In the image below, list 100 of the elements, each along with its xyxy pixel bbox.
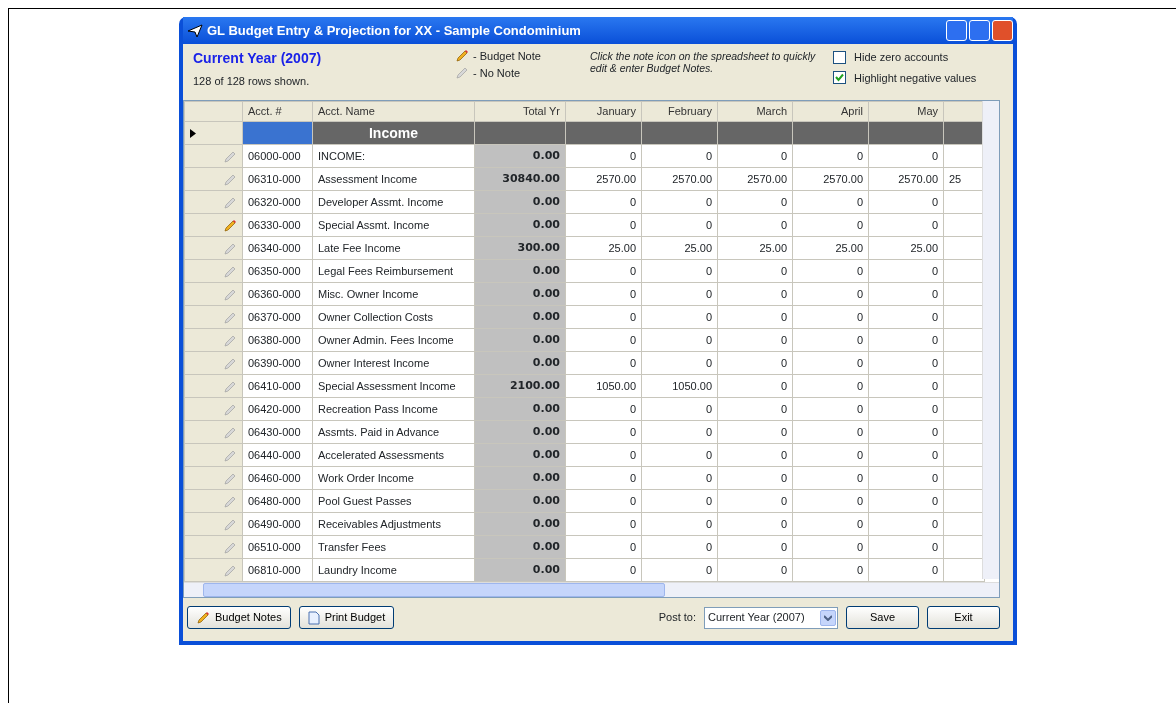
table-cell: Owner Admin. Fees Income (312, 328, 475, 352)
action-button[interactable]: Print Budget (298, 606, 395, 629)
table-cell: Accelerated Assessments (312, 443, 475, 467)
checkbox-label: Highlight negative values (854, 70, 977, 86)
table-cell: 0 (641, 535, 718, 559)
note-icon[interactable] (223, 563, 237, 578)
app-icon (187, 22, 203, 39)
horizontal-scrollbar[interactable] (184, 582, 999, 597)
table-cell: 0 (717, 374, 793, 398)
table-cell: 0 (641, 397, 718, 421)
maximize-button[interactable] (969, 20, 990, 41)
table-cell: 06380-000 (242, 328, 313, 352)
column-header: Acct. # (242, 101, 313, 122)
table-cell: 2570.00 (717, 167, 793, 191)
table-cell: 2570.00 (641, 167, 718, 191)
table-cell: 0 (565, 328, 642, 352)
note-icon[interactable] (223, 471, 237, 486)
note-icon[interactable] (223, 149, 237, 164)
table-cell: 0 (641, 466, 718, 490)
note-icon[interactable] (223, 287, 237, 302)
field-label: Post to: (658, 610, 696, 626)
table-cell: 0 (792, 489, 869, 513)
note-icon[interactable] (223, 425, 237, 440)
table-cell: 0 (565, 213, 642, 237)
note-icon[interactable] (223, 517, 237, 532)
table-cell: Late Fee Income (312, 236, 475, 260)
table-cell: 0 (565, 397, 642, 421)
note-icon[interactable] (223, 379, 237, 394)
table-cell: 0 (717, 535, 793, 559)
table-cell: 0 (717, 259, 793, 283)
note-icon[interactable] (223, 195, 237, 210)
table-cell: 0 (717, 512, 793, 536)
table-cell: 0 (868, 466, 944, 490)
table-cell: 0 (641, 420, 718, 444)
legend-label: - Budget Note (473, 49, 541, 64)
window-title: GL Budget Entry & Projection for XX - Sample Condominium (207, 21, 581, 40)
table-cell: 0 (792, 397, 869, 421)
table-cell: 0 (868, 512, 944, 536)
table-cell: 0 (868, 305, 944, 329)
note-icon[interactable] (223, 540, 237, 555)
table-cell: 0 (792, 305, 869, 329)
table-cell: 0 (565, 305, 642, 329)
action-button[interactable]: Budget Notes (187, 606, 291, 629)
table-cell: 0 (792, 259, 869, 283)
table-cell: Recreation Pass Income (312, 397, 475, 421)
table-cell: 0 (868, 144, 944, 168)
table-cell: 0 (641, 489, 718, 513)
table-cell: 06480-000 (242, 489, 313, 513)
checkbox[interactable] (833, 71, 846, 85)
note-icon[interactable] (223, 402, 237, 417)
table-cell: 0 (565, 512, 642, 536)
note-icon[interactable] (223, 333, 237, 348)
table-cell: 06310-000 (242, 167, 313, 191)
action-button[interactable]: Exit (927, 606, 1000, 629)
vertical-scrollbar[interactable] (982, 101, 999, 579)
note-icon[interactable] (223, 218, 237, 233)
table-cell: 0 (565, 190, 642, 214)
table-cell: 0 (565, 282, 642, 306)
note-icon[interactable] (223, 494, 237, 509)
table-cell: 0 (641, 328, 718, 352)
table-cell: 06460-000 (242, 466, 313, 490)
table-cell: 06320-000 (242, 190, 313, 214)
note-icon[interactable] (223, 241, 237, 256)
table-cell: 0 (868, 351, 944, 375)
note-icon[interactable] (223, 172, 237, 187)
table-cell: 0 (565, 420, 642, 444)
pencil-icon (196, 610, 210, 625)
table-cell: 0 (792, 512, 869, 536)
post-to-dropdown[interactable]: Current Year (2007) (704, 606, 838, 629)
note-icon[interactable] (223, 448, 237, 463)
hint-text: Click the note icon on the spreadsheet to quickly edit & enter Budget Notes. (590, 49, 817, 76)
table-cell: 0 (868, 374, 944, 398)
column-header: May (868, 101, 944, 122)
action-button[interactable]: Save (846, 606, 919, 629)
table-cell: 0 (717, 489, 793, 513)
table-cell: 06360-000 (242, 282, 313, 306)
table-cell: 06490-000 (242, 512, 313, 536)
table-cell: Receivables Adjustments (312, 512, 475, 536)
note-icon[interactable] (223, 356, 237, 371)
table-cell: Developer Assmt. Income (312, 190, 475, 214)
close-button[interactable] (992, 20, 1013, 41)
note-icon[interactable] (223, 264, 237, 279)
table-cell: 0 (565, 466, 642, 490)
column-header: February (641, 101, 718, 122)
minimize-button[interactable] (946, 20, 967, 41)
table-cell: Laundry Income (312, 558, 475, 582)
table-cell: 06440-000 (242, 443, 313, 467)
table-cell: 0 (641, 144, 718, 168)
table-cell: 0 (641, 512, 718, 536)
note-icon[interactable] (223, 310, 237, 325)
table-cell: 0 (717, 397, 793, 421)
column-header: Total Yr (474, 101, 566, 122)
table-cell: 06370-000 (242, 305, 313, 329)
checkbox[interactable] (833, 50, 846, 64)
table-cell: 0 (792, 282, 869, 306)
table-cell: 1050.00 (641, 374, 718, 398)
column-header: Acct. Name (312, 101, 475, 122)
table-cell: 06810-000 (242, 558, 313, 582)
table-cell: 0 (717, 305, 793, 329)
table-cell: 0 (868, 397, 944, 421)
